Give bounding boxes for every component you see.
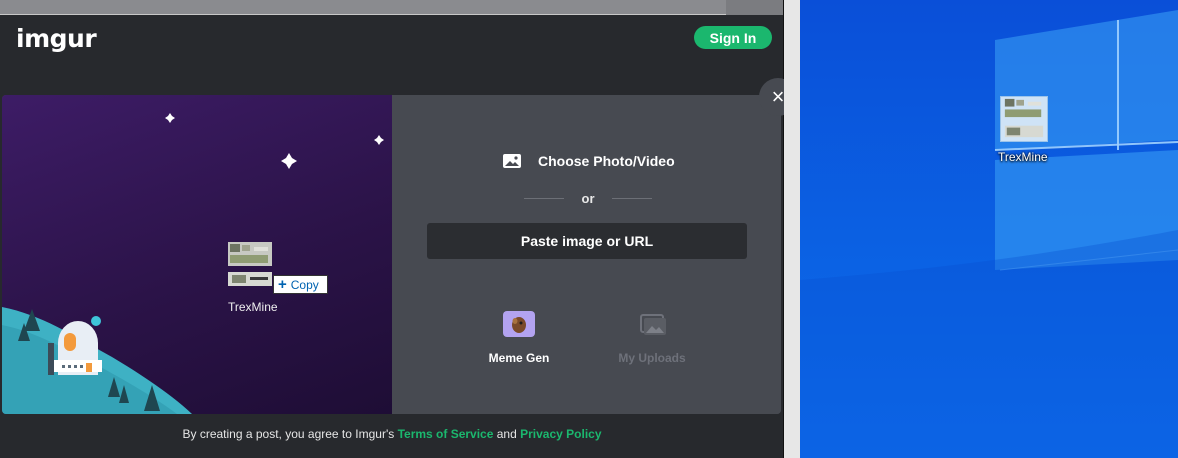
or-label: or bbox=[581, 191, 595, 206]
divider-line bbox=[612, 198, 652, 199]
upload-modal: Choose Photo/Video or Paste image or URL… bbox=[2, 95, 781, 414]
close-icon: × bbox=[771, 84, 785, 109]
desktop-icon-label: TrexMine bbox=[998, 150, 1048, 164]
choose-photo-video-button[interactable]: Choose Photo/Video bbox=[502, 153, 675, 169]
browser-window: imgur Sign In Choose Photo/Video or Past… bbox=[0, 0, 784, 458]
browser-top-bar bbox=[0, 0, 783, 15]
drag-copy-tooltip: + Copy bbox=[273, 275, 328, 294]
privacy-policy-link[interactable]: Privacy Policy bbox=[520, 427, 601, 441]
terms-and: and bbox=[493, 427, 521, 441]
terms-of-service-link[interactable]: Terms of Service bbox=[398, 427, 494, 441]
image-icon bbox=[503, 154, 521, 168]
file-thumbnail-icon bbox=[228, 242, 272, 286]
terms-prefix: By creating a post, you agree to Imgur's bbox=[182, 427, 398, 441]
my-uploads-icon bbox=[636, 311, 668, 337]
divider-line bbox=[524, 198, 564, 199]
terms-notice: By creating a post, you agree to Imgur's… bbox=[0, 427, 783, 441]
desktop-icon-trexmine[interactable]: TrexMine bbox=[998, 96, 1050, 164]
star-icon bbox=[374, 135, 384, 145]
plus-icon: + bbox=[278, 276, 287, 293]
windows-logo-wallpaper bbox=[800, 10, 1178, 458]
copy-label: Copy bbox=[290, 277, 319, 292]
windows-desktop[interactable] bbox=[800, 0, 1178, 458]
browser-top-bar-segment bbox=[726, 0, 783, 15]
site-header: imgur Sign In bbox=[0, 15, 783, 65]
or-divider: or bbox=[524, 191, 652, 206]
meme-gen-button[interactable]: Meme Gen bbox=[469, 311, 569, 365]
upload-panel: Choose Photo/Video or Paste image or URL… bbox=[392, 95, 781, 414]
choose-label: Choose Photo/Video bbox=[538, 153, 675, 169]
meme-gen-label: Meme Gen bbox=[488, 351, 550, 365]
star-icon bbox=[165, 113, 175, 123]
file-thumbnail-icon bbox=[1000, 96, 1048, 142]
dragged-file-name: TrexMine bbox=[228, 300, 278, 314]
my-uploads-label: My Uploads bbox=[618, 351, 686, 365]
illustration-panel bbox=[2, 95, 392, 414]
sign-in-button[interactable]: Sign In bbox=[694, 26, 772, 49]
window-gap bbox=[784, 0, 800, 458]
meme-gen-icon bbox=[503, 311, 535, 337]
imgur-logo[interactable]: imgur bbox=[16, 24, 97, 53]
space-illustration bbox=[2, 113, 384, 414]
star-icon bbox=[281, 153, 297, 169]
my-uploads-button[interactable]: My Uploads bbox=[602, 311, 702, 365]
paste-image-url-button[interactable]: Paste image or URL bbox=[427, 223, 747, 259]
